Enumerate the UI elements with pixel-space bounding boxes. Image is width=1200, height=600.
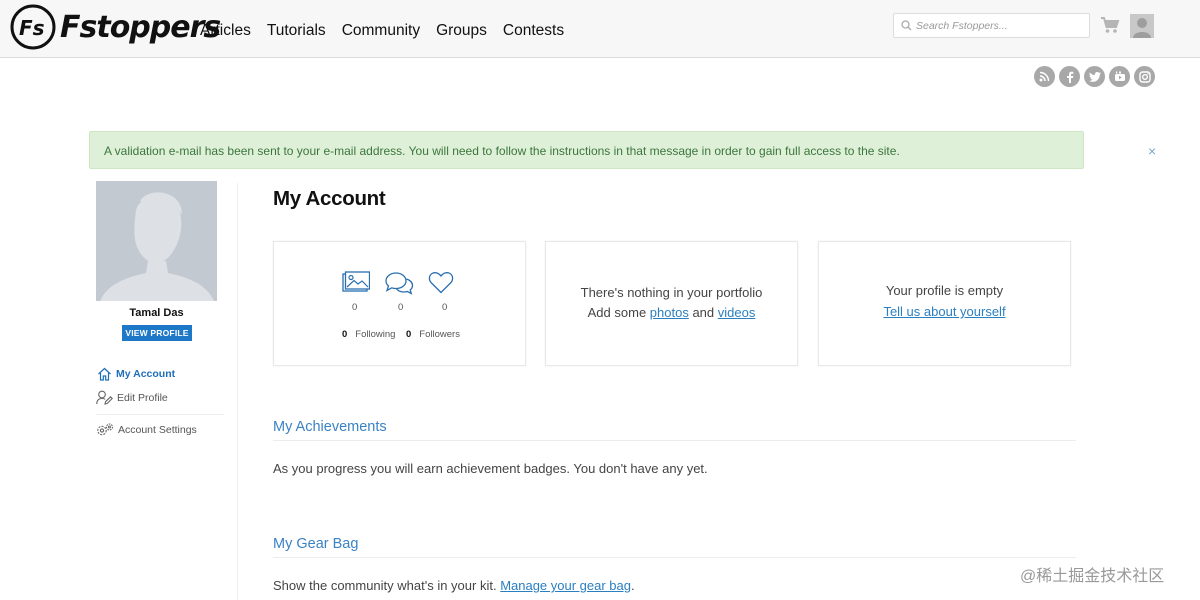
achievements-title: My Achievements	[273, 419, 387, 435]
page-title: My Account	[273, 187, 386, 210]
instagram-icon[interactable]	[1134, 66, 1155, 87]
nav-groups[interactable]: Groups	[436, 22, 487, 40]
following-count: 0	[342, 329, 348, 340]
followers-label: Followers	[419, 329, 460, 340]
comments-icon[interactable]	[384, 271, 414, 295]
nav-articles[interactable]: Articles	[200, 22, 251, 40]
view-profile-button[interactable]: VIEW PROFILE	[122, 325, 192, 341]
gear-bag-suffix: .	[631, 578, 635, 593]
social-links	[1034, 66, 1155, 87]
sidebar-item-label: Account Settings	[118, 423, 197, 436]
portfolio-and: and	[688, 305, 718, 320]
profile-name: Tamal Das	[129, 307, 184, 319]
youtube-icon[interactable]	[1109, 66, 1130, 87]
portfolio-card: There's nothing in your portfolio Add so…	[545, 241, 798, 366]
facebook-icon[interactable]	[1059, 66, 1080, 87]
brand-name: Fstoppers	[60, 9, 221, 45]
nav-tutorials[interactable]: Tutorials	[267, 22, 326, 40]
user-avatar-icon[interactable]	[1130, 14, 1154, 38]
photos-icon[interactable]	[342, 271, 370, 293]
gear-bag-prefix: Show the community what's in your kit.	[273, 578, 501, 593]
nav-community[interactable]: Community	[342, 22, 420, 40]
tell-us-about-yourself-link[interactable]: Tell us about yourself	[883, 304, 1005, 319]
top-header: Fs Fstoppers Articles Tutorials Communit…	[0, 0, 1200, 58]
sidebar-divider	[237, 183, 238, 600]
search-icon	[901, 20, 912, 31]
validation-alert: A validation e-mail has been sent to you…	[89, 131, 1156, 169]
svg-text:Fs: Fs	[19, 16, 45, 40]
gear-bag-divider	[273, 557, 1076, 558]
heart-icon[interactable]	[428, 271, 454, 294]
portfolio-add-prefix: Add some	[587, 305, 650, 320]
rss-icon[interactable]	[1034, 66, 1055, 87]
following-stat[interactable]: 0 Following	[342, 329, 395, 340]
achievements-text: As you progress you will earn achievemen…	[273, 461, 708, 476]
sidebar-item-label: My Account	[116, 368, 176, 380]
profile-picture	[96, 181, 217, 301]
site-logo[interactable]: Fs Fstoppers	[10, 4, 221, 50]
main-nav: Articles Tutorials Community Groups Cont…	[200, 22, 564, 40]
photos-link[interactable]: photos	[650, 305, 689, 320]
profile-card: Your profile is empty Tell us about your…	[818, 241, 1071, 366]
watermark: @稀土掘金技术社区	[1020, 568, 1165, 585]
gear-bag-title: My Gear Bag	[273, 536, 359, 552]
likes-count: 0	[442, 302, 448, 313]
videos-link[interactable]: videos	[718, 305, 756, 320]
following-label: Following	[355, 329, 396, 340]
achievements-divider	[273, 440, 1076, 441]
fs-logo-icon: Fs	[10, 4, 56, 50]
followers-count: 0	[406, 329, 412, 340]
sidebar-item-label: Edit Profile	[117, 391, 168, 404]
portfolio-add-text: Add some photos and videos	[546, 305, 797, 320]
search-input[interactable]	[916, 17, 1086, 34]
search-box	[893, 13, 1090, 38]
comments-count: 0	[398, 302, 404, 313]
sidebar-item-my-account[interactable]: My Account	[97, 367, 175, 381]
cart-icon[interactable]	[1100, 16, 1120, 34]
user-edit-icon	[96, 390, 113, 405]
sidebar-item-account-settings[interactable]: Account Settings	[96, 422, 197, 437]
sidebar-item-edit-profile[interactable]: Edit Profile	[96, 390, 168, 405]
photos-count: 0	[352, 302, 358, 313]
sidebar-separator	[96, 414, 224, 415]
twitter-icon[interactable]	[1084, 66, 1105, 87]
profile-empty-text: Your profile is empty	[885, 283, 1004, 298]
home-icon	[98, 367, 111, 381]
close-icon[interactable]: ×	[1148, 143, 1156, 159]
gears-icon	[97, 423, 114, 436]
manage-gear-bag-link[interactable]: Manage your gear bag	[500, 578, 631, 593]
nav-contests[interactable]: Contests	[503, 22, 564, 40]
gear-bag-text: Show the community what's in your kit. M…	[273, 578, 635, 593]
alert-message: A validation e-mail has been sent to you…	[104, 144, 900, 158]
profile-link-row: Tell us about yourself	[819, 304, 1070, 319]
stat-icons	[342, 271, 454, 295]
portfolio-empty-text: There's nothing in your portfolio	[580, 285, 763, 300]
followers-stat[interactable]: 0 Followers	[406, 329, 460, 340]
stats-card: 0 0 0 0 Following 0 Followers	[273, 241, 526, 366]
